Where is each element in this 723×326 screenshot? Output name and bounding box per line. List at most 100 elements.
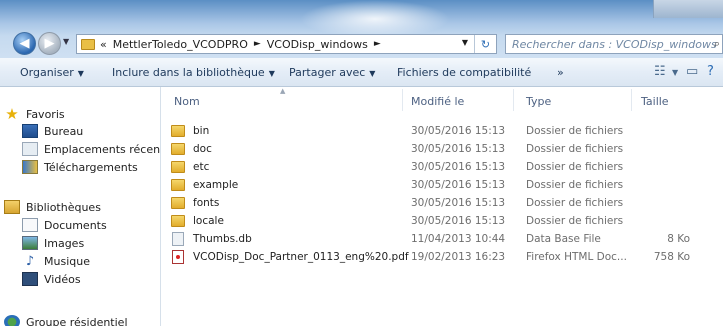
- file-modified: 30/05/2016 15:13: [411, 125, 506, 137]
- homegroup-icon: [4, 315, 20, 326]
- breadcrumb-separator[interactable]: ►: [374, 39, 381, 49]
- search-input[interactable]: Rechercher dans : VCODisp_windows ⌕: [505, 34, 723, 54]
- folder-icon: [171, 197, 185, 209]
- breadcrumb-separator[interactable]: ►: [254, 39, 261, 49]
- file-row[interactable]: locale 30/05/2016 15:13 Dossier de fichi…: [162, 214, 723, 230]
- recent-pages-dropdown[interactable]: ▼: [63, 37, 73, 49]
- database-file-icon: [172, 232, 184, 246]
- nav-homegroup[interactable]: Groupe résidentiel: [4, 313, 128, 326]
- breadcrumb-segment[interactable]: VCODisp_windows: [267, 38, 368, 51]
- file-modified: 30/05/2016 15:13: [411, 143, 506, 155]
- compatibility-files-button[interactable]: Fichiers de compatibilité: [397, 66, 531, 79]
- folder-icon: [81, 38, 95, 50]
- share-with-button[interactable]: Partager avec ▼: [289, 66, 375, 79]
- column-divider[interactable]: [631, 89, 632, 111]
- file-name[interactable]: VCODisp_Doc_Partner_0113_eng%20.pdf: [193, 251, 409, 263]
- nav-documents[interactable]: Documents: [22, 216, 107, 234]
- file-row[interactable]: etc 30/05/2016 15:13 Dossier de fichiers: [162, 160, 723, 176]
- star-icon: ★: [5, 105, 19, 123]
- nav-desktop-label: Bureau: [44, 124, 84, 138]
- file-type: Dossier de fichiers: [526, 161, 624, 173]
- nav-favorites-label: Favoris: [26, 107, 65, 121]
- file-row[interactable]: doc 30/05/2016 15:13 Dossier de fichiers: [162, 142, 723, 158]
- file-type: Firefox HTML Doc...: [526, 251, 627, 263]
- file-modified: 30/05/2016 15:13: [411, 197, 506, 209]
- folder-icon: [171, 161, 185, 173]
- nav-videos[interactable]: Vidéos: [22, 270, 81, 288]
- file-size: 8 Ko: [667, 233, 690, 245]
- search-placeholder: Rechercher dans : VCODisp_windows: [512, 37, 717, 51]
- nav-documents-label: Documents: [44, 218, 107, 232]
- address-bar[interactable]: « MettlerToledo_VCODPRO ► VCODisp_window…: [76, 34, 497, 54]
- documents-icon: [22, 218, 38, 232]
- help-icon[interactable]: ?: [707, 64, 714, 79]
- column-divider[interactable]: [402, 89, 403, 111]
- file-name[interactable]: example: [193, 179, 238, 191]
- file-name[interactable]: fonts: [193, 197, 219, 209]
- nav-images-label: Images: [44, 236, 85, 250]
- address-prefix[interactable]: «: [100, 38, 107, 51]
- nav-music[interactable]: ♪ Musique: [22, 252, 90, 270]
- nav-favorites[interactable]: ★ Favoris: [4, 105, 65, 123]
- back-button[interactable]: ◀: [13, 32, 36, 55]
- address-area: ◀ ▶ ▼ « MettlerToledo_VCODPRO ► VCODisp_…: [0, 0, 723, 58]
- file-name[interactable]: doc: [193, 143, 212, 155]
- nav-recent-places[interactable]: Emplacements récents: [22, 140, 161, 158]
- column-header-size[interactable]: Taille: [641, 95, 669, 108]
- dropdown-arrow-icon: ▼: [77, 69, 84, 78]
- preview-pane-icon[interactable]: ▭: [686, 64, 698, 79]
- nav-libraries[interactable]: Bibliothèques: [4, 198, 101, 216]
- nav-desktop[interactable]: Bureau: [22, 122, 83, 140]
- search-icon[interactable]: ⌕: [714, 37, 720, 51]
- nav-libraries-label: Bibliothèques: [26, 200, 101, 214]
- nav-recent-places-label: Emplacements récents: [44, 142, 161, 156]
- images-icon: [22, 236, 38, 250]
- window-controls[interactable]: [653, 0, 723, 18]
- file-size: 758 Ko: [653, 251, 690, 263]
- view-options-icon[interactable]: ☷: [654, 64, 666, 79]
- column-header-type[interactable]: Type: [526, 95, 551, 108]
- file-type: Dossier de fichiers: [526, 197, 624, 209]
- file-name[interactable]: bin: [193, 125, 209, 137]
- recent-places-icon: [22, 142, 38, 156]
- nav-downloads[interactable]: Téléchargements: [22, 158, 138, 176]
- include-library-label: Inclure dans la bibliothèque: [112, 66, 265, 79]
- file-name[interactable]: Thumbs.db: [193, 233, 252, 245]
- file-modified: 19/02/2013 16:23: [411, 251, 506, 263]
- libraries-icon: [4, 200, 20, 214]
- sort-indicator-icon: ▲: [280, 87, 286, 95]
- file-type: Dossier de fichiers: [526, 143, 624, 155]
- column-header-modified[interactable]: Modifié le: [411, 95, 464, 108]
- forward-button[interactable]: ▶: [38, 32, 61, 55]
- dropdown-arrow-icon: ▼: [268, 69, 275, 78]
- organize-button[interactable]: Organiser ▼: [20, 66, 84, 79]
- column-divider[interactable]: [513, 89, 514, 111]
- more-commands-button[interactable]: »: [557, 66, 564, 79]
- file-modified: 30/05/2016 15:13: [411, 215, 506, 227]
- view-dropdown-icon[interactable]: ▼: [672, 68, 678, 77]
- file-modified: 30/05/2016 15:13: [411, 161, 506, 173]
- file-type: Dossier de fichiers: [526, 179, 624, 191]
- file-modified: 30/05/2016 15:13: [411, 179, 506, 191]
- file-row[interactable]: VCODisp_Doc_Partner_0113_eng%20.pdf 19/0…: [162, 250, 723, 266]
- folder-icon: [171, 125, 185, 137]
- file-row[interactable]: fonts 30/05/2016 15:13 Dossier de fichie…: [162, 196, 723, 212]
- file-name[interactable]: etc: [193, 161, 209, 173]
- file-row[interactable]: bin 30/05/2016 15:13 Dossier de fichiers: [162, 124, 723, 140]
- desktop-icon: [22, 124, 38, 138]
- column-header-name[interactable]: Nom: [174, 95, 200, 108]
- refresh-button[interactable]: ↻: [474, 35, 496, 53]
- organize-label: Organiser: [20, 66, 74, 79]
- file-name[interactable]: locale: [193, 215, 224, 227]
- file-row[interactable]: example 30/05/2016 15:13 Dossier de fich…: [162, 178, 723, 194]
- nav-downloads-label: Téléchargements: [44, 160, 138, 174]
- nav-videos-label: Vidéos: [44, 272, 81, 286]
- address-dropdown-icon[interactable]: ▼: [462, 38, 468, 47]
- command-bar: Organiser ▼ Inclure dans la bibliothèque ▼…: [0, 58, 723, 87]
- dropdown-arrow-icon: ▼: [369, 69, 376, 78]
- breadcrumb-segment[interactable]: MettlerToledo_VCODPRO: [113, 38, 248, 51]
- include-library-button[interactable]: Inclure dans la bibliothèque ▼: [112, 66, 275, 79]
- file-row[interactable]: Thumbs.db 11/04/2013 10:44 Data Base Fil…: [162, 232, 723, 248]
- nav-images[interactable]: Images: [22, 234, 84, 252]
- file-type: Dossier de fichiers: [526, 215, 624, 227]
